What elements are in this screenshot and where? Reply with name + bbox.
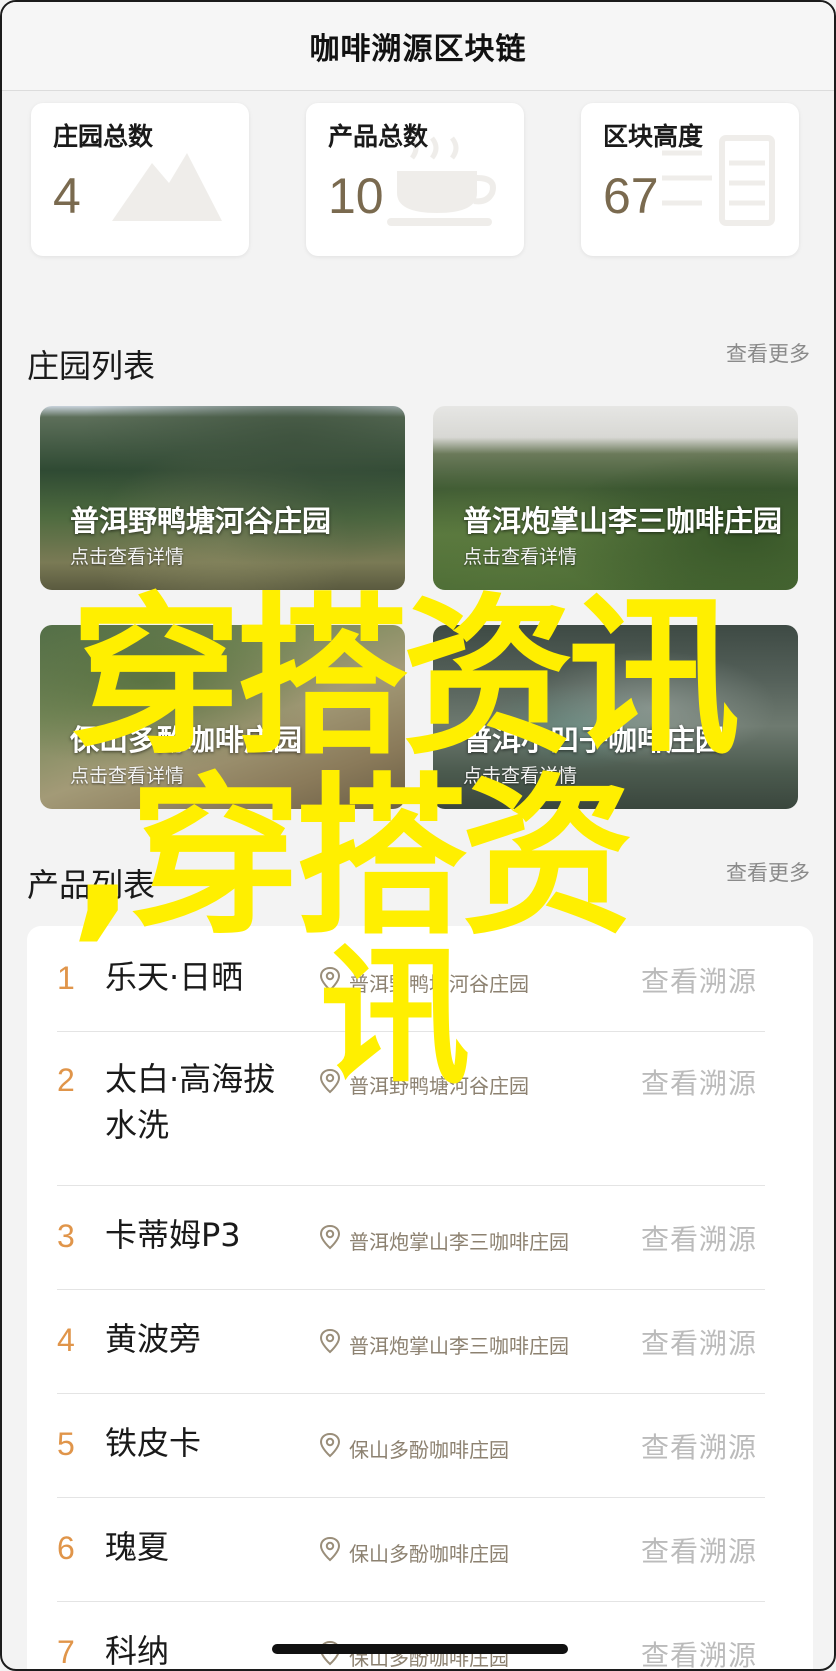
list-item[interactable]: 3 卡蒂姆P3 普洱炮掌山李三咖啡庄园 查看溯源 (57, 1186, 765, 1290)
estates-section-title: 庄园列表 (27, 347, 156, 385)
product-index: 3 (57, 1218, 75, 1254)
nav-bar: 咖啡溯源区块链 (2, 2, 834, 91)
estate-name: 保山多酚咖啡庄园 (70, 723, 303, 757)
trace-link[interactable]: 查看溯源 (641, 1634, 757, 1669)
trace-link[interactable]: 查看溯源 (641, 1426, 757, 1466)
products-more-link[interactable]: 查看更多 (726, 857, 810, 887)
product-name: 卡蒂姆P3 (105, 1216, 241, 1254)
location-pin-icon (319, 1224, 341, 1250)
estate-card[interactable]: 保山多酚咖啡庄园 点击查看详情 (40, 625, 405, 809)
page-title: 咖啡溯源区块链 (309, 32, 527, 67)
estate-name: 普洱小凹子咖啡庄园 (463, 723, 725, 757)
trace-link[interactable]: 查看溯源 (641, 1218, 757, 1258)
phone-frame: 咖啡溯源区块链 庄园总数 4 产品总数 10 区块高度 67 庄园列表 查看更多 (0, 0, 836, 1671)
trace-link[interactable]: 查看溯源 (641, 1062, 757, 1102)
estate-name: 普洱炮掌山李三咖啡庄园 (463, 504, 783, 538)
product-index: 7 (57, 1634, 75, 1670)
location-pin-icon (319, 1328, 341, 1354)
list-item[interactable]: 6 瑰夏 保山多酚咖啡庄园 查看溯源 (57, 1498, 765, 1602)
product-name: 瑰夏 (105, 1528, 170, 1566)
estate-hint: 点击查看详情 (463, 546, 578, 568)
estates-more-link[interactable]: 查看更多 (726, 338, 810, 368)
stat-value: 4 (53, 168, 81, 224)
product-estate: 普洱炮掌山李三咖啡庄园 (349, 1334, 569, 1358)
product-estate: 保山多酚咖啡庄园 (349, 1542, 509, 1566)
product-index: 2 (57, 1062, 75, 1098)
product-name: 铁皮卡 (105, 1424, 202, 1462)
stat-value: 67 (603, 168, 659, 224)
list-item[interactable]: 5 铁皮卡 保山多酚咖啡庄园 查看溯源 (57, 1394, 765, 1498)
product-index: 6 (57, 1530, 75, 1566)
trace-link[interactable]: 查看溯源 (641, 960, 757, 1000)
stat-label: 区块高度 (603, 122, 704, 151)
estate-card[interactable]: 普洱小凹子咖啡庄园 点击查看详情 (433, 625, 798, 809)
product-estate: 普洱炮掌山李三咖啡庄园 (349, 1230, 569, 1254)
estate-hint: 点击查看详情 (463, 765, 578, 787)
list-item[interactable]: 7 科纳 保山多酚咖啡庄园 查看溯源 (57, 1602, 765, 1670)
list-item[interactable]: 2 太白·高海拔水洗 普洱野鸭塘河谷庄园 查看溯源 (57, 1032, 765, 1186)
stat-label: 产品总数 (328, 122, 429, 151)
trace-link[interactable]: 查看溯源 (641, 1322, 757, 1362)
product-estate: 保山多酚咖啡庄园 (349, 1438, 509, 1462)
product-estate: 普洱野鸭塘河谷庄园 (349, 972, 529, 996)
product-name: 黄波旁 (105, 1320, 202, 1358)
trace-link[interactable]: 查看溯源 (641, 1530, 757, 1570)
location-pin-icon (319, 1068, 341, 1094)
product-index: 5 (57, 1426, 75, 1462)
product-name: 太白·高海拔水洗 (105, 1060, 276, 1144)
stat-label: 庄园总数 (53, 122, 154, 151)
stat-card-products: 产品总数 10 (306, 103, 524, 256)
home-indicator[interactable] (272, 1644, 568, 1654)
product-index: 4 (57, 1322, 75, 1358)
location-pin-icon (319, 966, 341, 992)
stat-card-estates: 庄园总数 4 (31, 103, 249, 256)
stat-value: 10 (328, 168, 384, 224)
location-pin-icon (319, 1536, 341, 1562)
product-list: 1 乐天·日晒 普洱野鸭塘河谷庄园 查看溯源 2 太白·高海拔水洗 普洱野鸭塘河… (27, 926, 813, 1670)
estate-card[interactable]: 普洱野鸭塘河谷庄园 点击查看详情 (40, 406, 405, 590)
list-item[interactable]: 4 黄波旁 普洱炮掌山李三咖啡庄园 查看溯源 (57, 1290, 765, 1394)
estate-card[interactable]: 普洱炮掌山李三咖啡庄园 点击查看详情 (433, 406, 798, 590)
product-index: 1 (57, 960, 75, 996)
products-section-title: 产品列表 (27, 866, 156, 904)
estate-hint: 点击查看详情 (70, 546, 185, 568)
estate-hint: 点击查看详情 (70, 765, 185, 787)
list-item[interactable]: 1 乐天·日晒 普洱野鸭塘河谷庄园 查看溯源 (57, 926, 765, 1032)
estate-name: 普洱野鸭塘河谷庄园 (70, 504, 332, 538)
location-pin-icon (319, 1432, 341, 1458)
product-estate: 普洱野鸭塘河谷庄园 (349, 1074, 529, 1098)
product-name: 乐天·日晒 (105, 958, 244, 996)
stat-card-blocks: 区块高度 67 (581, 103, 799, 256)
